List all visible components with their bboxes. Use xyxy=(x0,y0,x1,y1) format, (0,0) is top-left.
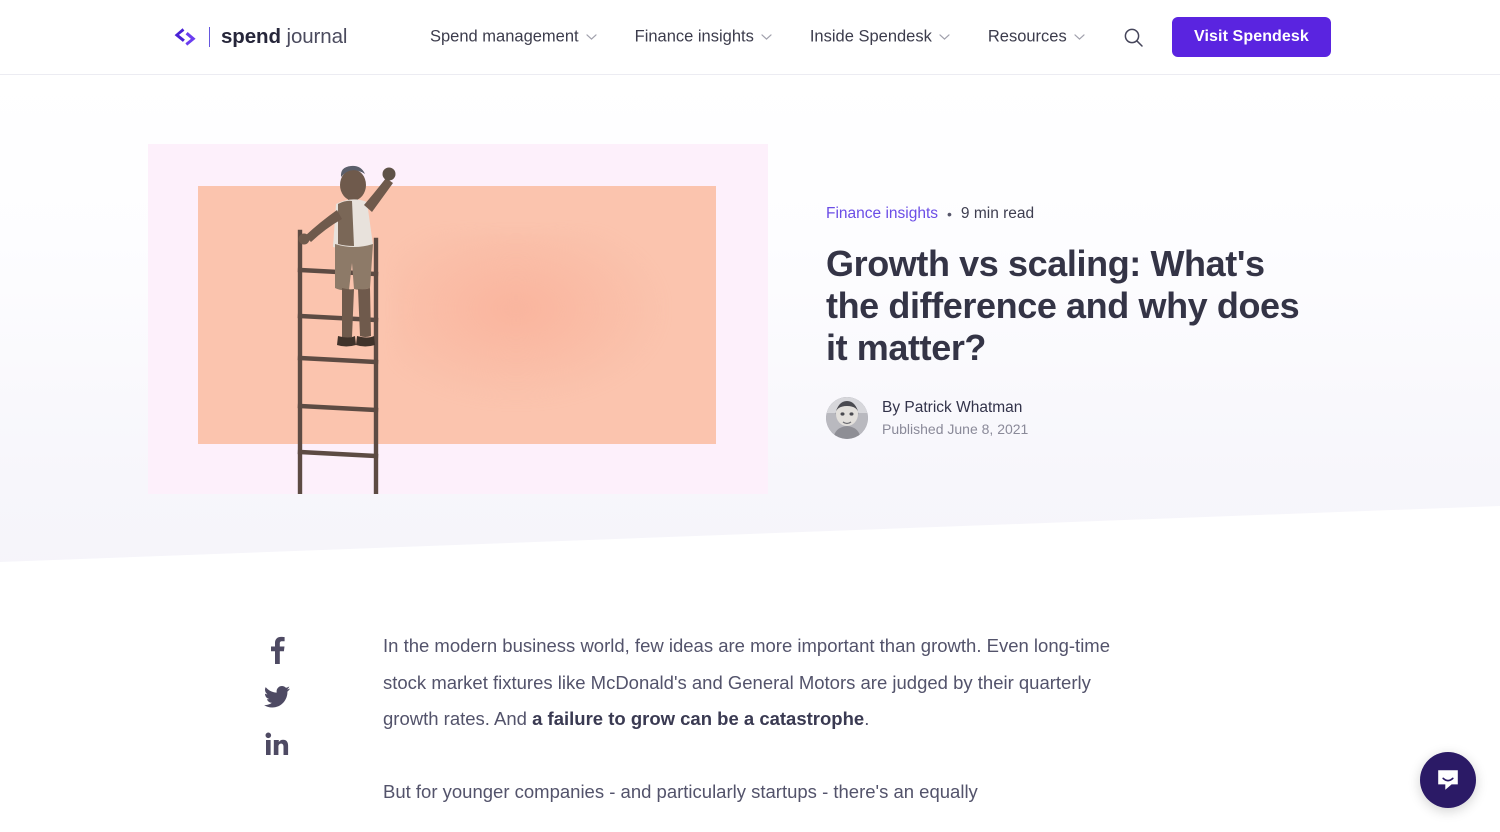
brand-wordmark: spend journal xyxy=(221,25,347,49)
brand-word-journal: journal xyxy=(286,25,348,48)
page-title: Growth vs scaling: What's the difference… xyxy=(826,243,1300,369)
category-link[interactable]: Finance insights xyxy=(826,205,938,223)
chevron-down-icon xyxy=(761,34,772,40)
linkedin-icon xyxy=(265,732,289,755)
article-text: In the modern business world, few ideas … xyxy=(383,628,1113,832)
boy-figure-illustration xyxy=(298,165,396,347)
site-header: spend journal Spend management Finance i… xyxy=(0,0,1500,75)
nav-label: Finance insights xyxy=(634,27,754,46)
avatar xyxy=(826,397,868,440)
search-button[interactable] xyxy=(1118,22,1148,52)
nav-label: Inside Spendesk xyxy=(809,27,932,46)
section-diagonal-divider xyxy=(0,506,1500,595)
search-icon xyxy=(1124,28,1143,47)
author-block: By Patrick Whatman Published June 8, 202… xyxy=(826,397,1326,440)
chat-launcher-button[interactable] xyxy=(1420,752,1476,808)
chat-bubble-icon xyxy=(1438,770,1458,790)
nav-label: Resources xyxy=(987,27,1067,46)
publish-date: Published June 8, 2021 xyxy=(882,420,1029,437)
article-paragraph-2: But for younger companies - and particul… xyxy=(383,780,978,802)
avatar-photo xyxy=(826,397,868,440)
author-text: By Patrick Whatman Published June 8, 202… xyxy=(882,398,1028,439)
article-meta: Finance insights • 9 min read xyxy=(826,205,1326,223)
article-body-section: In the modern business world, few ideas … xyxy=(0,595,1500,832)
nav-item-inside-spendesk[interactable]: Inside Spendesk xyxy=(810,28,950,47)
visit-spendesk-button[interactable]: Visit Spendesk xyxy=(1172,17,1331,57)
linkedin-share-button[interactable] xyxy=(262,729,292,759)
paragraph-1-bold: a failure to grow can be a catastrophe xyxy=(532,708,865,729)
nav-label: Spend management xyxy=(430,27,579,46)
nav-item-resources[interactable]: Resources xyxy=(988,28,1085,47)
main-navigation: Spend management Finance insights Inside… xyxy=(430,28,1085,47)
chevron-down-icon xyxy=(586,34,597,40)
chevron-down-icon xyxy=(939,34,950,40)
hero-section: Finance insights • 9 min read Growth vs … xyxy=(0,75,1500,595)
social-share-rail xyxy=(262,635,292,759)
nav-item-finance-insights[interactable]: Finance insights xyxy=(635,28,772,47)
article-paragraph-1: In the modern business world, few ideas … xyxy=(383,628,1113,738)
author-name: By Patrick Whatman xyxy=(882,398,1023,416)
facebook-share-button[interactable] xyxy=(262,635,292,665)
meta-separator: • xyxy=(947,206,952,222)
chevron-down-icon xyxy=(1074,34,1085,40)
read-time: 9 min read xyxy=(960,205,1035,222)
facebook-icon xyxy=(270,636,285,664)
hero-copy: Finance insights • 9 min read Growth vs … xyxy=(826,205,1326,440)
brand-logo-link[interactable]: spend journal xyxy=(172,24,347,50)
twitter-icon xyxy=(264,686,290,708)
code-chevrons-logo-icon xyxy=(174,28,196,46)
paragraph-1-text-b: . xyxy=(864,708,870,729)
brand-divider xyxy=(209,27,210,47)
nav-item-spend-management[interactable]: Spend management xyxy=(430,28,597,47)
twitter-share-button[interactable] xyxy=(262,682,292,712)
hero-article-image xyxy=(148,144,768,494)
page-root: spend journal Spend management Finance i… xyxy=(0,0,1500,832)
brand-word-spend: spend xyxy=(221,25,281,48)
